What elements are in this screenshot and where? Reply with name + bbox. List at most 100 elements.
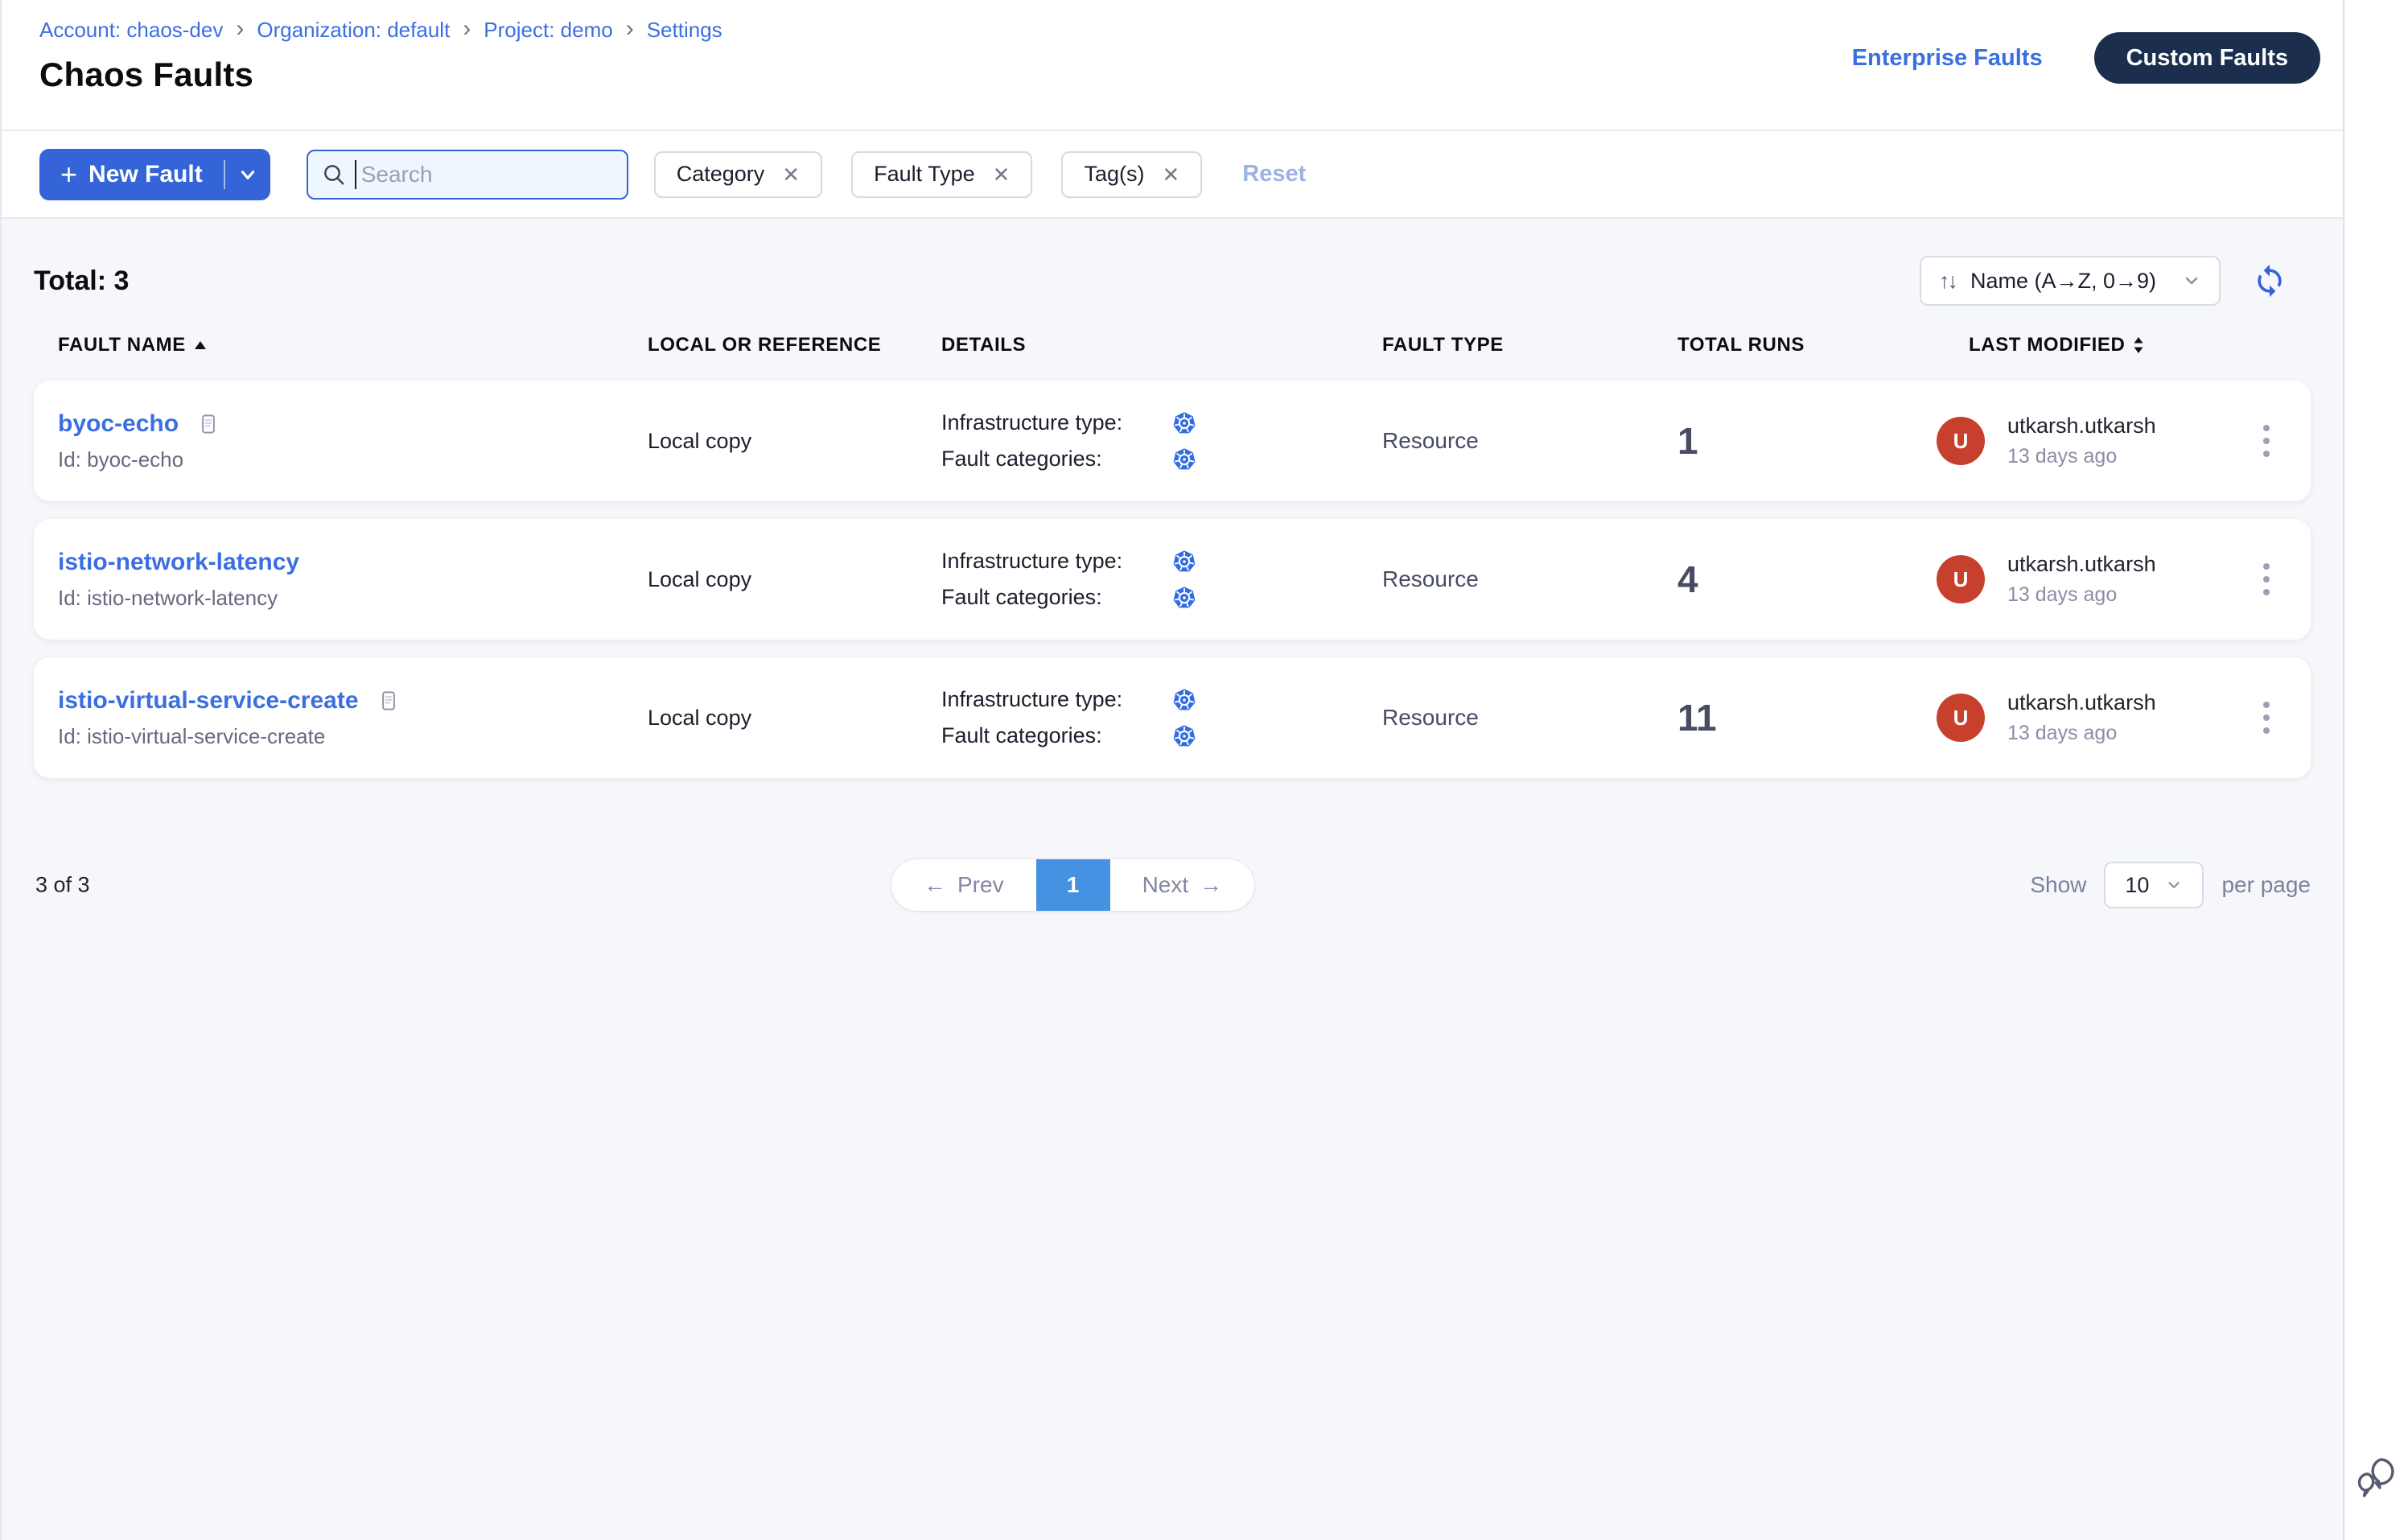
- last-modified-cell: U utkarsh.utkarsh 13 days ago: [1937, 414, 2222, 468]
- close-icon[interactable]: ✕: [1162, 164, 1179, 185]
- reset-filters-link[interactable]: Reset: [1242, 161, 1306, 187]
- fault-name-link[interactable]: istio-network-latency: [58, 549, 299, 576]
- column-header-total-runs: TOTAL RUNS: [1677, 334, 1937, 356]
- page-size-dropdown[interactable]: 10: [2104, 862, 2204, 908]
- breadcrumb-settings-link[interactable]: Settings: [647, 18, 722, 43]
- sort-both-icon: [2133, 336, 2144, 355]
- column-header-details: DETAILS: [941, 334, 1382, 356]
- fault-type-value: Resource: [1382, 566, 1677, 592]
- column-header-fault-type: FAULT TYPE: [1382, 334, 1677, 356]
- breadcrumb-project-link[interactable]: Project: demo: [484, 18, 612, 43]
- close-icon[interactable]: ✕: [993, 164, 1011, 185]
- table-row: byoc-echo Id: byoc-echo Local copy Infra…: [34, 381, 2311, 501]
- next-page-button[interactable]: Next →: [1110, 859, 1255, 911]
- refresh-button[interactable]: [2251, 262, 2288, 299]
- chat-bubbles-icon: [2354, 1457, 2401, 1499]
- page-header: Account: chaos-dev › Organization: defau…: [2, 0, 2343, 131]
- text-caret: [355, 160, 356, 189]
- breadcrumb-separator-icon: ›: [463, 19, 471, 39]
- filter-chip-category[interactable]: Category ✕: [654, 151, 822, 198]
- help-chat-button[interactable]: [2354, 1457, 2401, 1501]
- fault-table-body: byoc-echo Id: byoc-echo Local copy Infra…: [34, 381, 2311, 778]
- kubernetes-icon: [1172, 688, 1196, 712]
- modified-at: 13 days ago: [2007, 445, 2156, 468]
- fault-name-cell: istio-network-latency Id: istio-network-…: [58, 549, 648, 611]
- last-modified-cell: U utkarsh.utkarsh 13 days ago: [1937, 552, 2222, 607]
- fault-name-link[interactable]: byoc-echo: [58, 410, 179, 438]
- details-cell: Infrastructure type: Fault categories:: [941, 687, 1382, 748]
- last-modified-cell: U utkarsh.utkarsh 13 days ago: [1937, 690, 2222, 745]
- fault-name-link[interactable]: istio-virtual-service-create: [58, 687, 359, 714]
- pagination-row: 3 of 3 ← Prev 1 Next → Show 10: [34, 859, 2311, 912]
- avatar: U: [1937, 417, 1985, 465]
- chevron-down-icon: [2182, 271, 2201, 290]
- fault-id: Id: istio-network-latency: [58, 586, 648, 611]
- new-fault-button[interactable]: + New Fault: [39, 149, 224, 200]
- modified-by: utkarsh.utkarsh: [2007, 414, 2156, 439]
- page-size-value: 10: [2125, 873, 2149, 898]
- infrastructure-type-label: Infrastructure type:: [941, 410, 1172, 435]
- kebab-menu-button[interactable]: [2255, 694, 2278, 742]
- page-summary: 3 of 3: [35, 873, 90, 898]
- show-label: Show: [2030, 872, 2086, 898]
- breadcrumb-account-link[interactable]: Account: chaos-dev: [39, 18, 223, 43]
- kubernetes-icon: [1172, 411, 1196, 435]
- sort-arrows-icon: ↑↓: [1939, 269, 1956, 294]
- new-fault-split-button: + New Fault: [39, 149, 270, 200]
- list-controls: Total: 3 ↑↓ Name (A→Z, 0→9): [34, 256, 2311, 306]
- main-column: Account: chaos-dev › Organization: defau…: [2, 0, 2344, 1540]
- page-1-button[interactable]: 1: [1036, 859, 1110, 911]
- filter-chip-fault-type[interactable]: Fault Type ✕: [851, 151, 1032, 198]
- breadcrumb-organization-link[interactable]: Organization: default: [257, 18, 450, 43]
- local-or-reference-value: Local copy: [648, 429, 941, 454]
- details-cell: Infrastructure type: Fault categories:: [941, 410, 1382, 471]
- search-icon: [321, 162, 347, 187]
- total-runs-value: 4: [1677, 558, 1937, 601]
- modified-by: utkarsh.utkarsh: [2007, 552, 2156, 577]
- close-icon[interactable]: ✕: [782, 164, 800, 185]
- fault-type-value: Resource: [1382, 705, 1677, 731]
- manifest-doc-icon: [377, 689, 401, 713]
- enterprise-faults-link[interactable]: Enterprise Faults: [1852, 45, 2043, 72]
- kubernetes-icon: [1172, 586, 1196, 610]
- content-area: Total: 3 ↑↓ Name (A→Z, 0→9): [2, 219, 2343, 1540]
- custom-faults-button[interactable]: Custom Faults: [2094, 32, 2320, 84]
- filter-chips: Category ✕ Fault Type ✕ Tag(s) ✕: [654, 151, 1203, 198]
- local-or-reference-value: Local copy: [648, 706, 941, 731]
- column-header-fault-name[interactable]: FAULT NAME: [58, 334, 648, 356]
- kebab-menu-button[interactable]: [2255, 417, 2278, 465]
- table-row: istio-virtual-service-create Id: istio-v…: [34, 657, 2311, 778]
- kebab-menu-button[interactable]: [2255, 555, 2278, 603]
- avatar: U: [1937, 555, 1985, 603]
- kubernetes-icon: [1172, 447, 1196, 471]
- sort-selected-option: Name (A→Z, 0→9): [1970, 269, 2156, 294]
- kubernetes-icon: [1172, 550, 1196, 574]
- total-runs-value: 11: [1677, 696, 1937, 739]
- breadcrumb-separator-icon: ›: [236, 19, 244, 39]
- new-fault-dropdown-button[interactable]: [225, 149, 270, 200]
- plus-icon: +: [60, 163, 77, 187]
- prev-page-button[interactable]: ← Prev: [891, 859, 1036, 911]
- fault-id: Id: byoc-echo: [58, 447, 648, 472]
- total-runs-value: 1: [1677, 419, 1937, 463]
- filter-chip-tags[interactable]: Tag(s) ✕: [1061, 151, 1202, 198]
- manifest-doc-icon: [196, 412, 220, 436]
- modified-at: 13 days ago: [2007, 722, 2156, 745]
- arrow-left-icon: ←: [924, 872, 946, 898]
- fault-categories-label: Fault categories:: [941, 723, 1172, 748]
- fault-name-cell: byoc-echo Id: byoc-echo: [58, 410, 648, 472]
- fault-type-value: Resource: [1382, 428, 1677, 454]
- sort-dropdown[interactable]: ↑↓ Name (A→Z, 0→9): [1920, 256, 2221, 306]
- modified-by: utkarsh.utkarsh: [2007, 690, 2156, 715]
- table-header: FAULT NAME LOCAL OR REFERENCE DETAILS FA…: [34, 333, 2311, 357]
- pager: ← Prev 1 Next →: [891, 859, 1255, 912]
- refresh-icon: [2252, 263, 2287, 299]
- column-header-local-or-reference: LOCAL OR REFERENCE: [648, 334, 941, 356]
- fault-name-cell: istio-virtual-service-create Id: istio-v…: [58, 687, 648, 749]
- local-or-reference-value: Local copy: [648, 567, 941, 592]
- column-header-last-modified[interactable]: LAST MODIFIED: [1937, 334, 2222, 356]
- arrow-right-icon: →: [1200, 872, 1222, 898]
- page-size-controls: Show 10 per page: [2030, 862, 2311, 908]
- chevron-down-icon: [237, 164, 258, 185]
- toolbar: + New Fault: [2, 131, 2343, 219]
